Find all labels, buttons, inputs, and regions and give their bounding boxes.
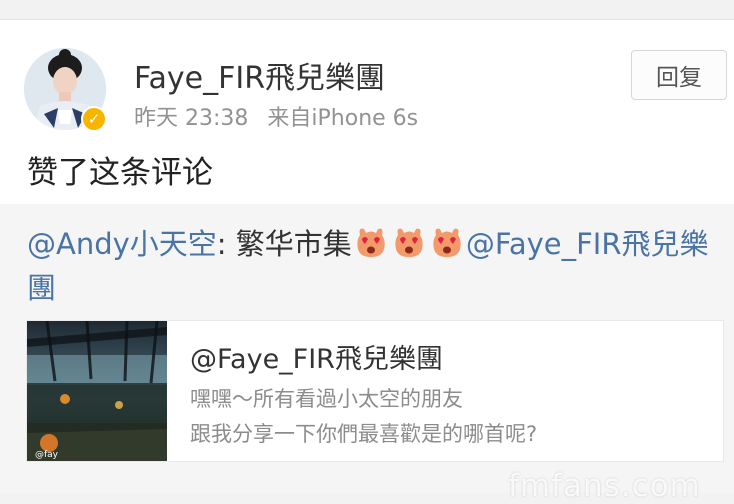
post-time: 昨天 23:38 bbox=[134, 106, 249, 131]
repost-title[interactable]: @Faye_FIR飛兒樂團 bbox=[190, 337, 443, 376]
repost-text-line-1: 嘿嘿～所有看過小太空的朋友 bbox=[190, 387, 463, 411]
heart-eyes-emoji-icon bbox=[430, 225, 464, 259]
mention-link[interactable]: @Andy小天空 bbox=[27, 227, 217, 261]
comment-body: 繁华市集 bbox=[235, 227, 352, 261]
thumbnail-image: @fay bbox=[27, 321, 167, 461]
repost-card[interactable]: @fay @Faye_FIR飛兒樂團 嘿嘿～所有看過小太空的朋友 跟我分享一下你… bbox=[26, 320, 724, 462]
verified-badge-icon: ✓ bbox=[81, 106, 107, 132]
comment-separator: : bbox=[216, 227, 236, 261]
reply-button[interactable]: 回复 bbox=[631, 50, 727, 100]
repost-text-line-2: 跟我分享一下你們最喜歡是的哪首呢? bbox=[190, 422, 538, 446]
emoji-group bbox=[352, 227, 466, 261]
watermark: fmfans.com bbox=[508, 468, 701, 504]
post-meta: 昨天 23:38 来自iPhone 6s bbox=[134, 100, 418, 132]
post-card: ✓ Faye_FIR飛兒樂團 昨天 23:38 来自iPhone 6s 回复 赞… bbox=[0, 19, 734, 504]
quoted-comment[interactable]: @Andy小天空: 繁华市集 @Faye_FIR飛兒樂團 @fay @Faye_… bbox=[0, 204, 734, 493]
repost-thumbnail: @fay bbox=[27, 321, 167, 461]
heart-eyes-emoji-icon bbox=[354, 225, 388, 259]
post-source: 来自iPhone 6s bbox=[267, 106, 419, 131]
comment-text: @Andy小天空: 繁华市集 @Faye_FIR飛兒樂團 bbox=[27, 222, 717, 310]
username[interactable]: Faye_FIR飛兒樂團 bbox=[134, 53, 385, 97]
heart-eyes-emoji-icon bbox=[392, 225, 426, 259]
thumbnail-caption: @fay bbox=[35, 450, 59, 460]
action-text: 赞了这条评论 bbox=[27, 155, 213, 191]
